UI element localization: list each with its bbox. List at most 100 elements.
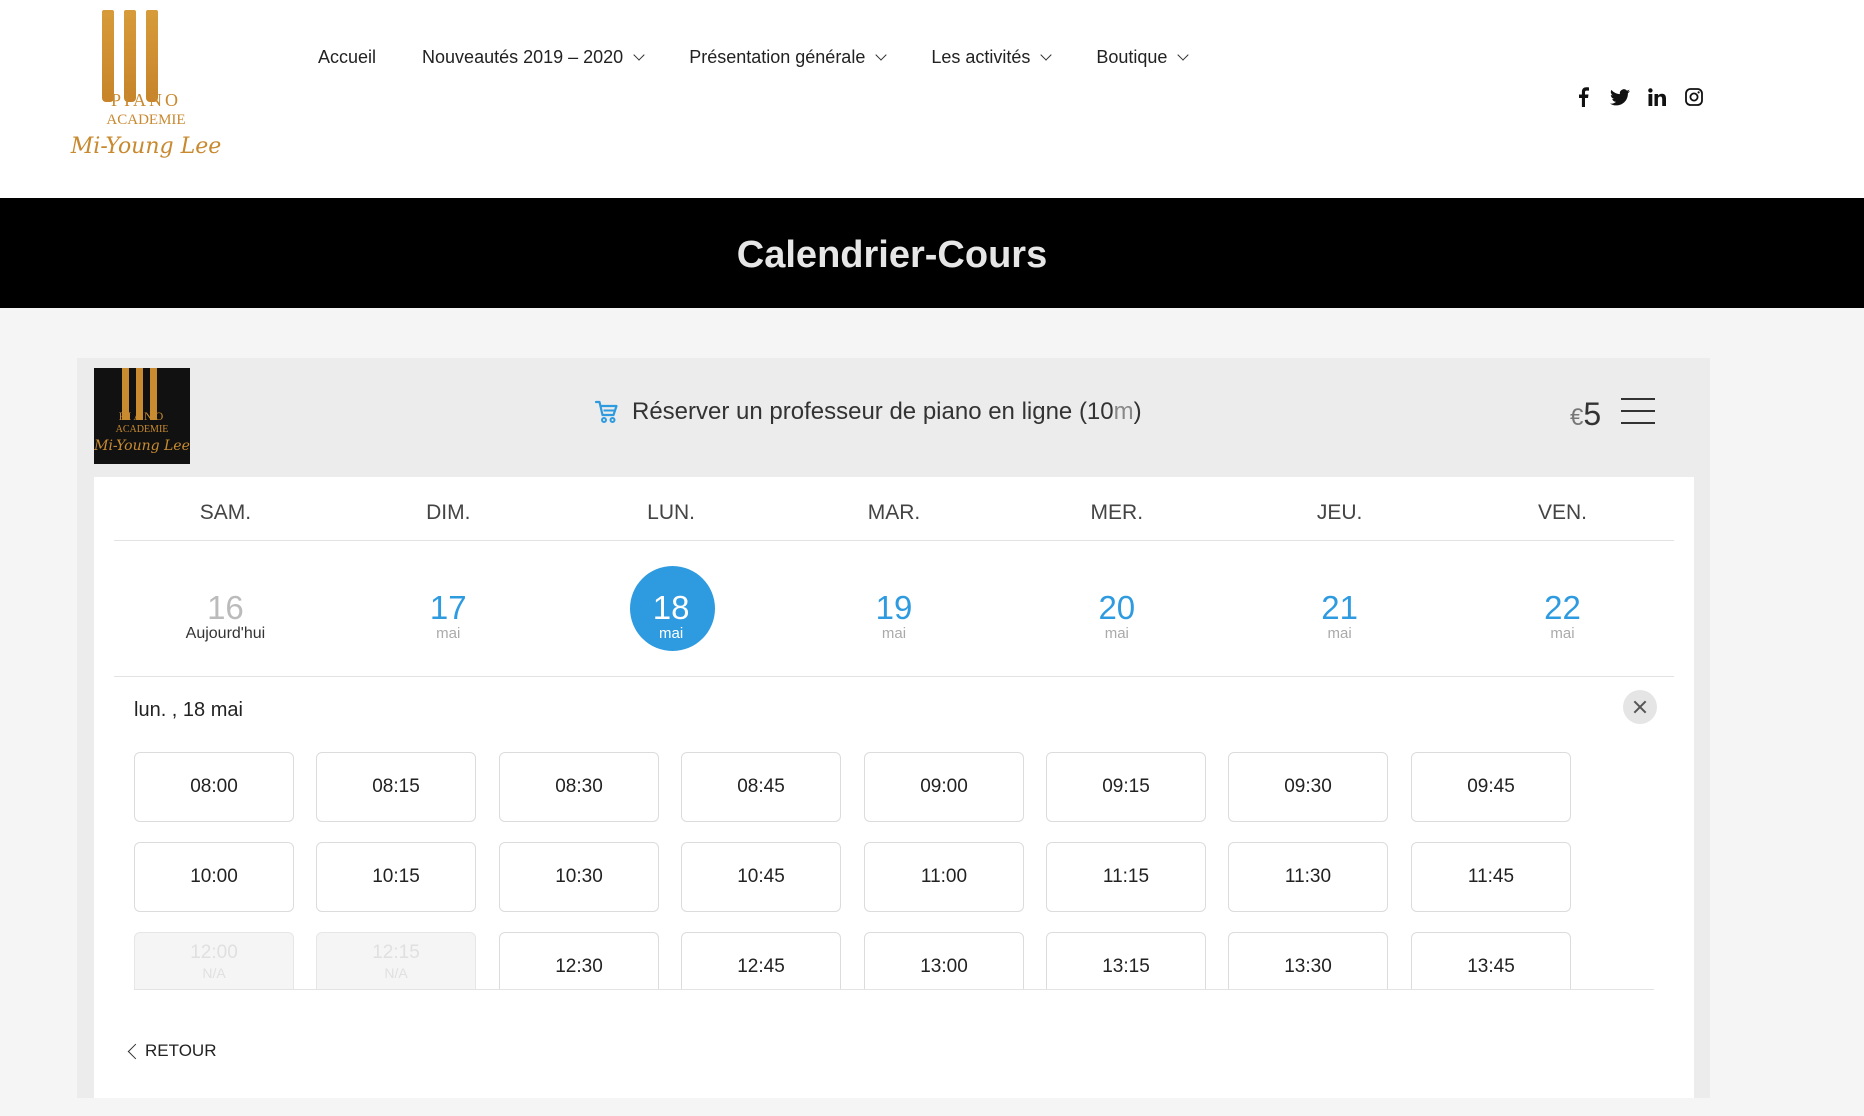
time-slot-button[interactable]: 11:15 <box>1046 842 1206 912</box>
date-cell[interactable]: 21 mai <box>1228 541 1451 676</box>
service-selector[interactable]: Réserver un professeur de piano en ligne… <box>594 398 1142 426</box>
time-slot-label: 13:00 <box>920 956 968 977</box>
date-cell-selected[interactable]: 18 mai <box>560 541 783 676</box>
time-slot-label: 08:45 <box>737 776 785 797</box>
time-slot-label: 10:00 <box>190 866 238 887</box>
nav-item-activites[interactable]: Les activités <box>931 46 1053 68</box>
time-slot-button[interactable]: 13:30 <box>1228 932 1388 989</box>
linkedin-icon[interactable] <box>1646 86 1668 108</box>
service-name-close: ) <box>1133 398 1142 425</box>
time-slot-button[interactable]: 11:45 <box>1411 842 1571 912</box>
time-slot-unavailable: 12:00 N/A <box>134 932 294 989</box>
time-slot-label: 11:45 <box>1467 866 1515 887</box>
time-slot-button[interactable]: 12:30 <box>499 932 659 989</box>
time-slot-label: 08:15 <box>372 776 420 797</box>
time-slot-label: 12:00 <box>190 942 238 963</box>
time-slot-label: 10:30 <box>555 866 603 887</box>
twitter-icon[interactable] <box>1609 86 1631 108</box>
date-cell[interactable]: 19 mai <box>783 541 1006 676</box>
logo-text-piano: PIANO <box>110 90 181 110</box>
page-title: Calendrier-Cours <box>736 234 1048 276</box>
chevron-down-icon <box>633 48 645 61</box>
time-slot-label: 11:30 <box>1284 866 1332 887</box>
nav-item-label: Nouveautés 2019 – 2020 <box>422 46 624 67</box>
weekday-label: LUN. <box>647 501 696 524</box>
time-slot-label: 11:00 <box>920 866 968 887</box>
date-today: 16 Aujourd'hui <box>114 541 337 676</box>
logo-signature: Mi-Young Lee <box>94 438 190 454</box>
date-number: 18 <box>652 589 690 626</box>
time-slot-button[interactable]: 11:00 <box>864 842 1024 912</box>
time-slot-label: 10:45 <box>737 866 785 887</box>
date-number: 22 <box>1544 589 1581 626</box>
date-number: 17 <box>429 589 467 626</box>
time-slot-label: 09:00 <box>920 776 968 797</box>
time-slot-button[interactable]: 08:30 <box>499 752 659 822</box>
date-number: 21 <box>1321 589 1358 626</box>
service-duration-unit: m <box>1113 398 1134 425</box>
time-slot-button[interactable]: 08:45 <box>681 752 841 822</box>
date-cell[interactable]: 17 mai <box>337 541 560 676</box>
logo-signature: Mi-Young Lee <box>70 134 222 159</box>
time-slot-label: 08:00 <box>190 776 238 797</box>
time-slot-button[interactable]: 09:15 <box>1046 752 1206 822</box>
instagram-icon[interactable] <box>1683 86 1705 108</box>
time-slot-button[interactable]: 11:30 <box>1228 842 1388 912</box>
hamburger-menu-icon[interactable] <box>1621 398 1655 424</box>
date-number: 19 <box>875 589 913 626</box>
nav-item-label: Accueil <box>318 46 377 67</box>
date-cell[interactable]: 22 mai <box>1451 541 1674 676</box>
time-slot-button[interactable]: 10:30 <box>499 842 659 912</box>
time-slot-label: 13:30 <box>1284 956 1332 977</box>
time-slot-button[interactable]: 13:45 <box>1411 932 1571 989</box>
nav-item-nouveautes[interactable]: Nouveautés 2019 – 2020 <box>422 46 645 68</box>
piano-keys-logo-icon <box>102 10 162 102</box>
logo-text-piano: PIANO <box>118 409 166 423</box>
time-slot-label: 12:45 <box>737 956 785 977</box>
time-slot-button[interactable]: 10:00 <box>134 842 294 912</box>
time-slot-button[interactable]: 08:00 <box>134 752 294 822</box>
service-price: €5 <box>1570 396 1601 433</box>
time-slot-label: 10:15 <box>372 866 420 887</box>
date-month: mai <box>436 625 461 642</box>
time-slot-button[interactable]: 09:45 <box>1411 752 1571 822</box>
business-logo: PIANO ACADEMIE Mi-Young Lee <box>94 368 190 464</box>
cart-icon <box>594 400 618 423</box>
site-logo[interactable]: PIANO ACADEMIE Mi-Young Lee <box>68 10 224 180</box>
time-slot-button[interactable]: 12:45 <box>681 932 841 989</box>
site-header: PIANO ACADEMIE Mi-Young Lee Accueil Nouv… <box>0 0 1864 198</box>
time-slot-button[interactable]: 08:15 <box>316 752 476 822</box>
nav-item-label: Les activités <box>931 46 1031 67</box>
close-icon[interactable] <box>1623 690 1657 724</box>
time-slot-button[interactable]: 10:15 <box>316 842 476 912</box>
facebook-icon[interactable] <box>1572 86 1594 108</box>
date-month: mai <box>1327 625 1352 642</box>
time-slot-label: 09:15 <box>1102 776 1150 797</box>
weekday-label: SAM. <box>199 501 252 524</box>
time-slot-button[interactable]: 13:00 <box>864 932 1024 989</box>
selected-date-heading: lun. , 18 mai <box>134 699 243 721</box>
calendar-panel: SAM. DIM. LUN. MAR. MER. JEU. VEN. 16 Au… <box>94 477 1694 1098</box>
back-button[interactable]: RETOUR <box>127 1041 216 1061</box>
nav-item-presentation[interactable]: Présentation générale <box>689 47 887 68</box>
time-slot-button[interactable]: 09:30 <box>1228 752 1388 822</box>
time-slot-label: 11:15 <box>1102 866 1150 887</box>
footer-bar: RETOUR <box>94 1002 1694 1098</box>
date-month: mai <box>659 625 684 642</box>
time-slot-button[interactable]: 09:00 <box>864 752 1024 822</box>
nav-item-accueil[interactable]: Accueil <box>318 47 376 68</box>
service-name: Réserver un professeur de piano en ligne… <box>632 398 1142 426</box>
main-nav: Accueil Nouveautés 2019 – 2020 Présentat… <box>318 42 1233 72</box>
time-slot-label: 12:30 <box>555 956 603 977</box>
weekday-label: VEN. <box>1537 501 1587 524</box>
booking-widget: PIANO ACADEMIE Mi-Young Lee Réserver un … <box>77 358 1710 1098</box>
time-slot-button[interactable]: 10:45 <box>681 842 841 912</box>
date-number: 16 <box>207 589 244 626</box>
service-name-text: Réserver un professeur de piano en ligne… <box>632 398 1114 425</box>
date-cell[interactable]: 20 mai <box>1005 541 1228 676</box>
page-title-band: Calendrier-Cours <box>0 198 1864 308</box>
nav-item-boutique[interactable]: Boutique <box>1096 47 1190 68</box>
chevron-left-icon <box>127 1043 144 1059</box>
time-slot-button[interactable]: 13:15 <box>1046 932 1206 989</box>
time-slot-label: 09:30 <box>1284 776 1332 797</box>
